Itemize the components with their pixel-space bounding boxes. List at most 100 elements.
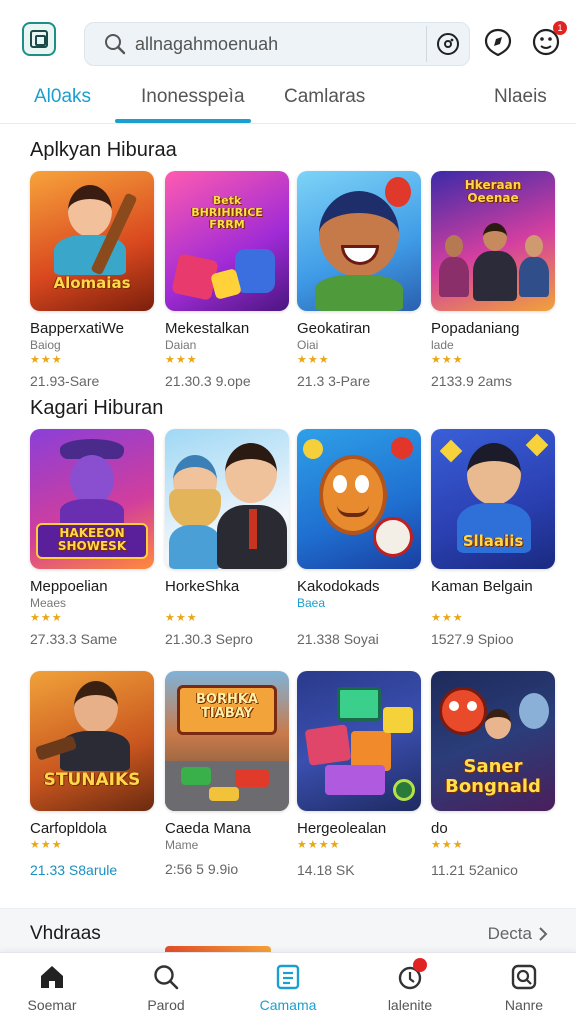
active-tab-indicator — [115, 119, 251, 123]
notifications-icon[interactable]: 1 — [530, 21, 567, 58]
nav-item-updates[interactable]: lalenite — [365, 958, 455, 1013]
chevron-right-icon — [539, 927, 548, 941]
thumbnail-title: STUNAIKS — [43, 770, 141, 790]
see-more-label: Decta — [487, 924, 532, 943]
see-more-link[interactable]: Decta — [488, 924, 548, 944]
app-rating: ★★★ — [431, 839, 464, 851]
app-thumbnail: Sllaaiis — [431, 429, 555, 569]
search-bar[interactable] — [84, 22, 470, 66]
app-card[interactable]: STUNAIKS Carfopldola ★★★ 21.33 S8arule — [30, 671, 154, 878]
app-card[interactable]: HorkeShka ★★★ 21.30.3 Sepro — [165, 429, 289, 647]
app-rating: ★★★ — [431, 612, 464, 624]
section-title: Kagari Hiburan — [30, 397, 164, 419]
app-card[interactable]: Betk BHRIHIRICE FRRM Mekestalkan Daian ★… — [165, 171, 289, 389]
app-rating: ★★★ — [30, 354, 63, 366]
nav-item-apps[interactable]: Camama — [243, 959, 333, 1013]
app-name: Carfopldola — [30, 820, 107, 837]
app-thumbnail — [297, 671, 421, 811]
app-card[interactable]: Alomaias BapperxatiWe Baiog ★★★ 21.93-Sa… — [30, 171, 154, 389]
app-thumbnail: Alomaias — [30, 171, 154, 311]
bottom-navigation: Soemar Parod Camama lalenite Nanre — [0, 952, 576, 1024]
nav-item-library[interactable]: Nanre — [479, 959, 569, 1013]
app-size: 1527.9 Spioo — [431, 631, 514, 647]
app-size: 14.18 SK — [297, 862, 355, 878]
app-name: Mekestalkan — [165, 320, 250, 337]
app-thumbnail — [165, 429, 289, 569]
nav-label: Soemar — [27, 997, 77, 1013]
tab-top[interactable]: Nlaeis — [494, 86, 547, 108]
app-thumbnail: Betk BHRIHIRICE FRRM — [165, 171, 289, 311]
app-rating: ★★★ — [30, 839, 63, 851]
nav-item-home[interactable]: Soemar — [7, 959, 97, 1013]
app-size: 21.338 Soyai — [297, 631, 379, 647]
app-developer: Baea — [297, 596, 326, 610]
app-card[interactable]: Sllaaiis Kaman Belgain ★★★ 1527.9 Spioo — [431, 429, 555, 647]
app-thumbnail: BORHKA TIABAY — [165, 671, 289, 811]
nav-label: Camama — [259, 997, 317, 1013]
thumbnail-title: Sllaaiis — [462, 532, 524, 550]
app-thumbnail: Hkeraan Oeenae — [431, 171, 555, 311]
app-name: Kakodokads — [297, 578, 380, 595]
app-thumbnail — [297, 171, 421, 311]
app-card[interactable]: Geokatiran Oiai ★★★ 21.3 3-Pare — [297, 171, 421, 389]
app-name: Caeda Mana — [165, 820, 251, 837]
app-card[interactable]: BORHKA TIABAY Caeda Mana Mame 2:56 5 9.9… — [165, 671, 289, 877]
app-developer: Meaes — [30, 596, 67, 610]
app-developer: Oiai — [297, 338, 319, 352]
app-size: 11.21 52anico — [431, 862, 518, 878]
app-thumbnail — [297, 429, 421, 569]
section-title: Aplkyan Hiburaa — [30, 139, 177, 161]
search-input[interactable] — [135, 24, 426, 64]
app-rating: ★★★ — [165, 354, 198, 366]
thumbnail-title: Alomaias — [53, 274, 131, 292]
app-size: 21.3 3-Pare — [297, 373, 371, 389]
app-name: Hergeolealan — [297, 820, 387, 837]
app-developer: lade — [431, 338, 454, 352]
app-card[interactable]: Kakodokads Baea 21.338 Soyai — [297, 429, 421, 647]
app-name: Kaman Belgain — [431, 578, 533, 595]
app-size: 21.93-Sare — [30, 373, 100, 389]
thumbnail-title: BORHKA TIABAY — [196, 692, 258, 722]
thumbnail-title: HAKEEON SHOWESK — [57, 526, 127, 554]
app-developer: Mame — [165, 838, 199, 852]
tab-recommended[interactable]: Inonesspeìa — [141, 86, 245, 108]
app-rating: ★★★ — [30, 612, 63, 624]
app-developer: Daian — [165, 338, 197, 352]
app-developer — [165, 596, 289, 610]
app-name: do — [431, 820, 448, 837]
app-thumbnail: HAKEEON SHOWESK — [30, 429, 154, 569]
app-card[interactable]: Hkeraan Oeenae Popadaniang lade ★★★ 2133… — [431, 171, 555, 389]
app-size: 2:56 5 9.9io — [165, 861, 239, 877]
app-size: 2133.9 2ams — [431, 373, 512, 389]
nav-item-search[interactable]: Parod — [121, 959, 211, 1013]
thumbnail-title: Hkeraan Oeenae — [464, 178, 522, 206]
thumbnail-title: Betk BHRIHIRICE FRRM — [191, 194, 263, 232]
app-size: 21.30.3 9.ope — [165, 373, 251, 389]
app-thumbnail: Saner Bongnald — [431, 671, 555, 811]
app-logo-icon[interactable] — [22, 22, 56, 56]
nav-label: lalenite — [387, 997, 433, 1013]
app-card[interactable]: Hergeolealan ★★★★ 14.18 SK — [297, 671, 421, 878]
app-size: 27.33.3 Same — [30, 631, 118, 647]
search-icon — [95, 22, 135, 66]
app-name: BapperxatiWe — [30, 320, 124, 337]
tab-all[interactable]: Al0aks — [34, 86, 91, 108]
app-name: Meppoelian — [30, 578, 108, 595]
app-card[interactable]: Saner Bongnald do ★★★ 11.21 52anico — [431, 671, 555, 878]
app-rating — [297, 611, 421, 625]
app-name: HorkeShka — [165, 578, 240, 595]
tab-categories[interactable]: Camlaras — [284, 86, 365, 108]
updates-badge — [413, 958, 427, 972]
search-icon — [150, 961, 182, 993]
notification-badge: 1 — [553, 21, 567, 35]
app-rating: ★★★★ — [297, 839, 341, 851]
more-section-header: Vhdraas Decta — [0, 908, 576, 952]
compass-icon[interactable] — [482, 26, 514, 58]
app-card[interactable]: HAKEEON SHOWESK Meppoelian Meaes ★★★ 27.… — [30, 429, 154, 647]
app-developer: Baiog — [30, 338, 61, 352]
app-thumbnail: STUNAIKS — [30, 671, 154, 811]
lens-icon[interactable] — [427, 22, 469, 66]
app-rating: ★★★ — [297, 354, 330, 366]
category-tabs: Al0aks Inonesspeìa Camlaras Nlaeis — [0, 78, 576, 124]
app-name: Geokatiran — [297, 320, 371, 337]
